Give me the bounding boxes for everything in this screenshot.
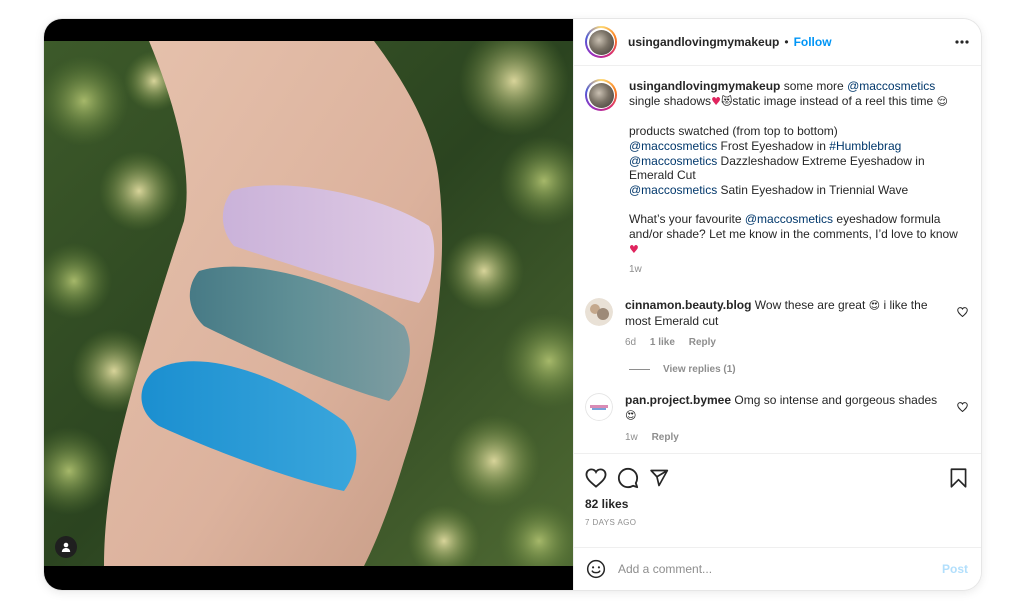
post-header: usingandlovingmymakeup • Follow [574, 19, 981, 66]
heart-icon [585, 468, 607, 488]
caption-item3-text: Satin Eyeshadow in Triennial Wave [720, 182, 909, 197]
comment-icon [617, 467, 639, 489]
emoji-button[interactable] [586, 559, 606, 579]
caption-author-avatar[interactable] [585, 79, 617, 111]
comment-reply-button[interactable]: Reply [652, 432, 679, 443]
caption-intro: products swatched (from top to bottom) [629, 124, 838, 139]
caption-item1-text: Frost Eyeshadow in [720, 138, 826, 153]
caption-item2-brand[interactable]: @maccosmetics [629, 154, 717, 168]
caption-question-mention[interactable]: @maccosmetics [745, 212, 833, 226]
like-button[interactable] [585, 468, 607, 488]
share-button[interactable] [649, 468, 669, 488]
caption-time[interactable]: 1w [629, 264, 642, 275]
comment-username[interactable]: pan.project.bymee [625, 393, 731, 407]
add-comment-bar: Post [574, 547, 981, 590]
caption-line2: single shadows [629, 93, 712, 108]
comment-text: Omg so intense and gorgeous shades [734, 393, 938, 408]
follow-button[interactable]: Follow [794, 35, 832, 49]
view-replies-label: View replies (1) [663, 364, 736, 376]
caption: usingandlovingmymakeup some more @maccos… [585, 79, 968, 278]
share-icon [650, 469, 669, 487]
relieved-emoji: 😌 [936, 94, 948, 108]
heart-eyes-emoji: 😻 [720, 94, 733, 108]
comment-reply-button[interactable]: Reply [689, 337, 716, 348]
caption-mention[interactable]: @maccosmetics [847, 79, 935, 93]
comment-text: Wow these are great [754, 298, 866, 313]
bookmark-icon [950, 468, 967, 488]
caption-text: usingandlovingmymakeup some more @maccos… [629, 79, 968, 278]
post-photo [44, 41, 573, 566]
comment-like-button[interactable] [957, 304, 968, 322]
comment-like-button[interactable] [957, 399, 968, 417]
caption-line1: some more [783, 79, 844, 93]
post-side-panel: usingandlovingmymakeup • Follow usingand… [573, 19, 981, 590]
likes-count[interactable]: 82 likes [585, 497, 967, 511]
more-horizontal-icon [955, 40, 969, 44]
heart-icon [957, 307, 968, 318]
more-options-button[interactable] [955, 40, 969, 44]
action-bar [585, 464, 967, 492]
emoji-icon [586, 559, 606, 579]
save-button[interactable] [950, 468, 967, 488]
commenter-avatar[interactable] [585, 393, 613, 422]
comment-item: pan.project.bymee Omg so intense and gor… [585, 393, 968, 445]
comment-time[interactable]: 6d [625, 337, 636, 348]
view-replies-button[interactable]: View replies (1) [629, 364, 968, 375]
heart-emoji: ♥ [711, 94, 721, 108]
author-avatar[interactable] [585, 26, 617, 58]
heart-eyes-emoji: 😍 [868, 299, 881, 313]
caption-item3-brand[interactable]: @maccosmetics [629, 183, 717, 197]
comment-button[interactable] [617, 467, 639, 489]
caption-line2b: static image instead of a reel this time [732, 93, 934, 108]
view-replies-line [629, 369, 650, 371]
comment-input[interactable] [618, 562, 942, 576]
header-separator: • [784, 35, 789, 49]
user-tag-button[interactable] [55, 536, 77, 558]
post-media[interactable] [44, 19, 573, 590]
comment-likes[interactable]: 1 like [650, 337, 675, 348]
caption-question-a: What’s your favourite [629, 212, 742, 227]
comment-time[interactable]: 1w [625, 432, 638, 443]
heart-eyes-emoji: 😍 [625, 408, 637, 422]
post-actions: 82 likes 7 DAYS AGO [574, 453, 981, 547]
red-heart-emoji: ♥ [629, 242, 639, 256]
post-timestamp[interactable]: 7 DAYS AGO [585, 518, 967, 527]
author-username[interactable]: usingandlovingmymakeup [628, 35, 779, 49]
heart-icon [957, 402, 968, 413]
caption-username[interactable]: usingandlovingmymakeup [629, 79, 780, 93]
comment-item: cinnamon.beauty.blog Wow these are great… [585, 298, 968, 350]
caption-item1-brand[interactable]: @maccosmetics [629, 139, 717, 153]
caption-hashtag[interactable]: #Humblebrag [829, 139, 901, 153]
user-tag-icon [61, 542, 71, 552]
commenter-avatar[interactable] [585, 298, 613, 327]
post-comment-button[interactable]: Post [942, 562, 968, 576]
comment-username[interactable]: cinnamon.beauty.blog [625, 298, 751, 312]
comments-section[interactable]: usingandlovingmymakeup some more @maccos… [574, 67, 981, 453]
instagram-post-card: usingandlovingmymakeup • Follow usingand… [44, 19, 981, 590]
